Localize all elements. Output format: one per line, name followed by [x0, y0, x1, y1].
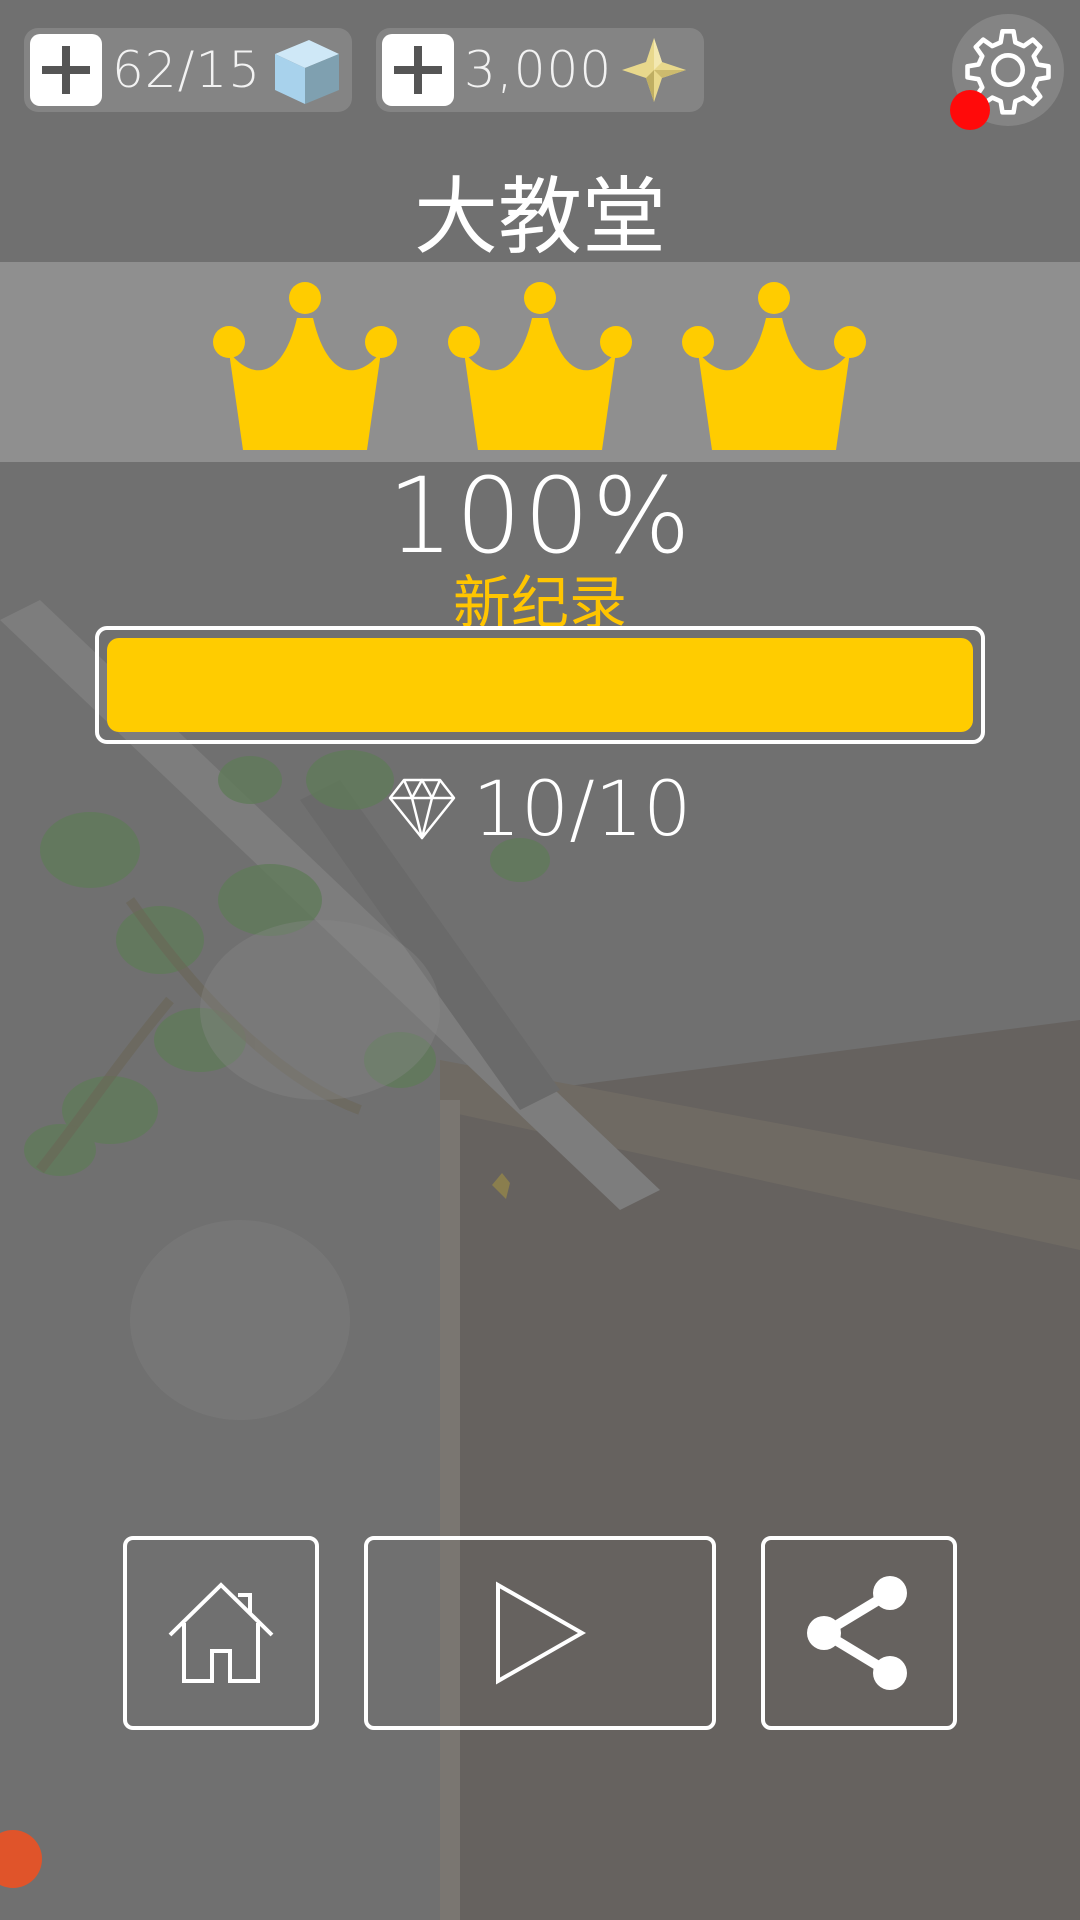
- play-icon: [496, 1581, 586, 1685]
- crown-rating: [0, 262, 1080, 462]
- gold-star-icon: [622, 38, 687, 102]
- home-button[interactable]: [123, 1536, 319, 1730]
- gem-counter: 10/10: [0, 764, 1080, 853]
- notification-dot: [950, 90, 990, 130]
- diamond-icon: [389, 778, 456, 839]
- home-icon: [168, 1582, 274, 1683]
- cube-count: 62/15: [112, 41, 262, 99]
- crown-icon: [213, 282, 397, 450]
- play-button[interactable]: [364, 1536, 716, 1730]
- add-stars-button[interactable]: [382, 34, 454, 106]
- gem-count: 10/10: [472, 764, 692, 853]
- plus-icon: [394, 46, 442, 94]
- add-cubes-button[interactable]: [30, 34, 102, 106]
- progress-bar-fill: [107, 638, 973, 732]
- progress-bar: [95, 626, 985, 744]
- cube-counter: 62/15: [24, 28, 352, 112]
- star-counter: 3,000: [376, 28, 704, 112]
- share-button[interactable]: [761, 1536, 957, 1730]
- share-icon: [807, 1576, 907, 1690]
- star-count: 3,000: [464, 41, 613, 99]
- crown-icon: [448, 282, 632, 450]
- plus-icon: [42, 46, 90, 94]
- crown-icon: [682, 282, 866, 450]
- level-title: 大教堂: [413, 168, 666, 266]
- ice-cube-icon: [275, 40, 340, 104]
